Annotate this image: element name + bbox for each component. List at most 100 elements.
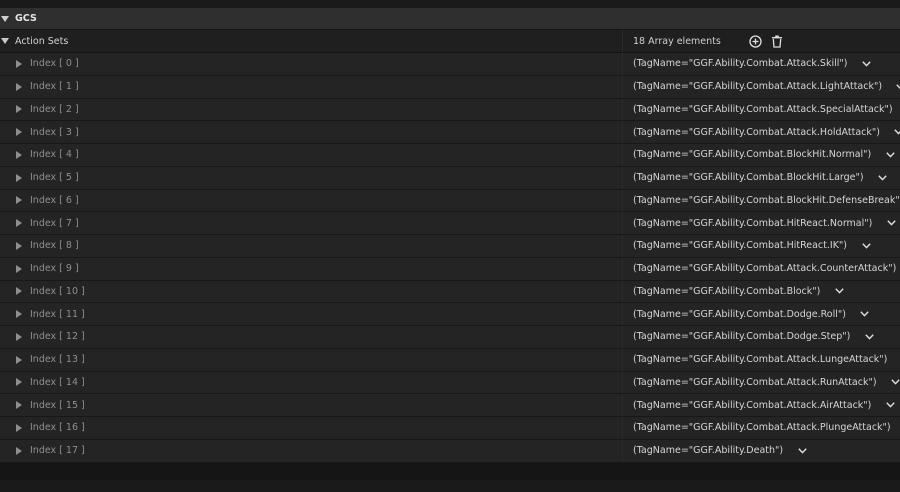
element-tag-value[interactable]: (TagName="GGF.Ability.Combat.BlockHit.La…: [633, 172, 864, 183]
array-element-row[interactable]: Index [ 10 ] (TagName="GGF.Ability.Combat…: [0, 280, 900, 304]
chevron-down-icon[interactable]: [885, 150, 895, 160]
expand-arrow-icon[interactable]: [16, 332, 22, 341]
element-tag-value[interactable]: (TagName="GGF.Ability.Combat.Attack.Hold…: [633, 127, 880, 138]
chevron-down-icon[interactable]: [860, 309, 870, 319]
array-element-row[interactable]: Index [ 5 ] (TagName="GGF.Ability.Combat.…: [0, 166, 900, 190]
expand-arrow-icon[interactable]: [16, 82, 22, 91]
expand-arrow-icon[interactable]: [16, 150, 22, 159]
element-index-label: Index [ 3 ]: [30, 126, 79, 138]
array-element-row[interactable]: Index [ 2 ] (TagName="GGF.Ability.Combat.…: [0, 98, 900, 122]
chevron-down-icon[interactable]: [891, 377, 900, 387]
expand-arrow-icon[interactable]: [1, 38, 9, 44]
element-tag-value[interactable]: (TagName="GGF.Ability.Combat.Attack.AirA…: [633, 400, 871, 411]
array-element-row[interactable]: Index [ 4 ] (TagName="GGF.Ability.Combat.…: [0, 144, 900, 167]
element-name-cell: Index [ 8 ]: [0, 235, 622, 257]
element-tag-value[interactable]: (TagName="GGF.Ability.Combat.Attack.Ligh…: [633, 81, 882, 92]
array-element-row[interactable]: Index [ 8 ] (TagName="GGF.Ability.Combat.…: [0, 235, 900, 258]
array-element-row[interactable]: Index [ 16 ] (TagName="GGF.Ability.Combat…: [0, 417, 900, 440]
chevron-down-icon[interactable]: [797, 446, 807, 456]
element-index-label: Index [ 9 ]: [30, 263, 79, 275]
array-element-row[interactable]: Index [ 14 ] (TagName="GGF.Ability.Combat…: [0, 371, 900, 395]
chevron-down-icon[interactable]: [861, 59, 871, 69]
element-name-cell: Index [ 12 ]: [0, 326, 622, 348]
element-tag-value[interactable]: (TagName="GGF.Ability.Combat.Attack.Spec…: [633, 104, 893, 115]
element-index-label: Index [ 12 ]: [30, 331, 85, 343]
element-index-label: Index [ 15 ]: [30, 399, 85, 411]
element-index-label: Index [ 13 ]: [30, 354, 85, 366]
array-element-row[interactable]: Index [ 13 ] (TagName="GGF.Ability.Combat…: [0, 348, 900, 372]
expand-arrow-icon[interactable]: [16, 310, 22, 319]
element-name-cell: Index [ 0 ]: [0, 53, 622, 75]
element-tag-value[interactable]: (TagName="GGF.Ability.Combat.Attack.Lung…: [633, 354, 887, 365]
element-tag-value[interactable]: (TagName="GGF.Ability.Combat.Attack.RunA…: [633, 377, 877, 388]
element-tag-value[interactable]: (TagName="GGF.Ability.Combat.Attack.Coun…: [633, 263, 896, 274]
array-element-row[interactable]: Index [ 1 ] (TagName="GGF.Ability.Combat.…: [0, 75, 900, 99]
element-name-cell: Index [ 3 ]: [0, 121, 622, 143]
array-element-row[interactable]: Index [ 9 ] (TagName="GGF.Ability.Combat.…: [0, 257, 900, 281]
expand-arrow-icon[interactable]: [16, 241, 22, 250]
chevron-down-icon[interactable]: [885, 400, 895, 410]
element-value-cell: (TagName="GGF.Ability.Death"): [622, 439, 900, 462]
chevron-down-icon[interactable]: [834, 286, 844, 296]
expand-arrow-icon[interactable]: [16, 287, 22, 296]
element-value-cell: (TagName="GGF.Ability.Combat.Block"): [622, 280, 900, 303]
element-name-cell: Index [ 5 ]: [0, 167, 622, 189]
expand-arrow-icon[interactable]: [16, 355, 22, 364]
chevron-down-icon[interactable]: [878, 173, 888, 183]
element-name-cell: Index [ 1 ]: [0, 76, 622, 98]
element-tag-value[interactable]: (TagName="GGF.Ability.Combat.Dodge.Step"…: [633, 331, 850, 342]
element-name-cell: Index [ 11 ]: [0, 303, 622, 325]
chevron-down-icon[interactable]: [894, 127, 900, 137]
trash-icon[interactable]: [769, 33, 785, 49]
element-tag-value[interactable]: (TagName="GGF.Ability.Death"): [633, 445, 783, 456]
element-tag-value[interactable]: (TagName="GGF.Ability.Combat.Block"): [633, 286, 820, 297]
expand-arrow-icon[interactable]: [16, 401, 22, 410]
element-value-cell: (TagName="GGF.Ability.Combat.Dodge.Step"…: [622, 326, 900, 348]
element-tag-value[interactable]: (TagName="GGF.Ability.Combat.BlockHit.De…: [633, 195, 900, 206]
element-index-label: Index [ 10 ]: [30, 285, 85, 297]
expand-arrow-icon[interactable]: [16, 105, 22, 114]
expand-arrow-icon[interactable]: [16, 59, 22, 68]
element-value-cell: (TagName="GGF.Ability.Combat.Attack.Spec…: [622, 98, 900, 121]
element-tag-value[interactable]: (TagName="GGF.Ability.Combat.BlockHit.No…: [633, 149, 871, 160]
chevron-down-icon[interactable]: [861, 241, 871, 251]
array-element-row[interactable]: Index [ 3 ] (TagName="GGF.Ability.Combat.…: [0, 121, 900, 144]
add-element-icon[interactable]: [748, 33, 764, 49]
element-tag-value[interactable]: (TagName="GGF.Ability.Combat.Attack.Plun…: [633, 422, 891, 433]
array-element-row[interactable]: Index [ 15 ] (TagName="GGF.Ability.Combat…: [0, 394, 900, 417]
element-index-label: Index [ 4 ]: [30, 149, 79, 161]
chevron-down-icon[interactable]: [886, 218, 896, 228]
array-element-row[interactable]: Index [ 17 ] (TagName="GGF.Ability.Death"…: [0, 439, 900, 463]
expand-arrow-icon[interactable]: [16, 423, 22, 432]
element-value-cell: (TagName="GGF.Ability.Combat.BlockHit.No…: [622, 144, 900, 166]
array-element-row[interactable]: Index [ 6 ] (TagName="GGF.Ability.Combat.…: [0, 189, 900, 213]
element-name-cell: Index [ 13 ]: [0, 349, 622, 371]
element-value-cell: (TagName="GGF.Ability.Combat.HitReact.IK…: [622, 235, 900, 257]
array-element-row[interactable]: Index [ 0 ] (TagName="GGF.Ability.Combat.…: [0, 53, 900, 76]
array-element-row[interactable]: Index [ 11 ] (TagName="GGF.Ability.Combat…: [0, 303, 900, 326]
element-tag-value[interactable]: (TagName="GGF.Ability.Combat.HitReact.IK…: [633, 240, 847, 251]
expand-arrow-icon[interactable]: [16, 378, 22, 387]
expand-arrow-icon[interactable]: [16, 446, 22, 455]
action-sets-property-row[interactable]: Action Sets 18 Array elements: [0, 30, 900, 52]
element-tag-value[interactable]: (TagName="GGF.Ability.Combat.HitReact.No…: [633, 218, 872, 229]
category-label: GCS: [15, 13, 37, 24]
expand-arrow-icon[interactable]: [16, 264, 22, 273]
expand-arrow-icon[interactable]: [16, 219, 22, 228]
collapse-arrow-icon[interactable]: [1, 15, 9, 22]
expand-arrow-icon[interactable]: [16, 128, 22, 137]
array-elements-list: Index [ 0 ] (TagName="GGF.Ability.Combat.…: [0, 53, 900, 463]
expand-arrow-icon[interactable]: [16, 196, 22, 205]
element-index-label: Index [ 0 ]: [30, 58, 79, 70]
array-element-row[interactable]: Index [ 12 ] (TagName="GGF.Ability.Combat…: [0, 326, 900, 349]
element-value-cell: (TagName="GGF.Ability.Combat.BlockHit.De…: [622, 189, 900, 212]
array-element-row[interactable]: Index [ 7 ] (TagName="GGF.Ability.Combat.…: [0, 212, 900, 235]
element-index-label: Index [ 11 ]: [30, 308, 85, 320]
element-tag-value[interactable]: (TagName="GGF.Ability.Combat.Attack.Skil…: [633, 58, 847, 69]
category-header-gcs[interactable]: GCS: [0, 8, 900, 29]
chevron-down-icon[interactable]: [864, 332, 874, 342]
chevron-down-icon[interactable]: [896, 82, 900, 92]
expand-arrow-icon[interactable]: [16, 173, 22, 182]
element-name-cell: Index [ 7 ]: [0, 212, 622, 234]
element-tag-value[interactable]: (TagName="GGF.Ability.Combat.Dodge.Roll"…: [633, 309, 846, 320]
